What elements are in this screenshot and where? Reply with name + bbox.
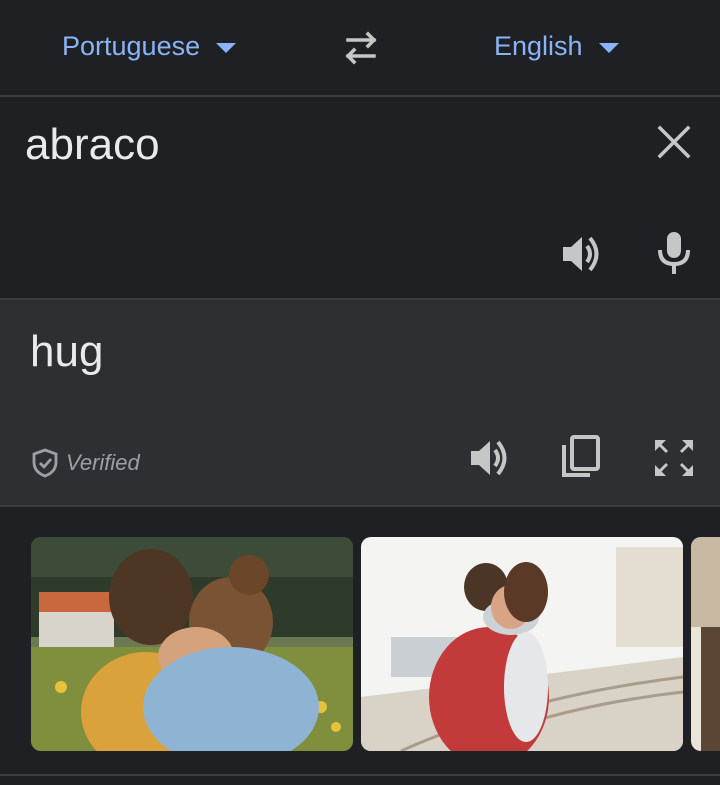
image-thumbnail-1[interactable] (31, 537, 353, 751)
language-bar: Portuguese English (0, 0, 720, 97)
source-language-label: Portuguese (62, 31, 201, 61)
target-language-label: English (494, 31, 583, 61)
shield-check-icon (32, 448, 58, 478)
source-text[interactable]: abraco (25, 120, 160, 170)
image-results (0, 507, 720, 785)
target-language-selector[interactable]: English (494, 31, 619, 62)
image-thumbnail-3[interactable] (691, 537, 720, 751)
chevron-down-icon (598, 43, 619, 53)
verified-badge[interactable]: Verified (32, 448, 140, 478)
verified-label: Verified (66, 450, 140, 475)
copy-icon[interactable] (560, 435, 600, 479)
speaker-icon[interactable] (468, 437, 512, 479)
source-language-selector[interactable]: Portuguese (62, 31, 237, 62)
chevron-down-icon (216, 43, 237, 53)
translation-area: hug Verified (0, 300, 720, 507)
translated-text: hug (30, 327, 104, 376)
microphone-icon[interactable] (654, 230, 694, 276)
close-icon[interactable] (655, 123, 693, 161)
fullscreen-icon[interactable] (652, 437, 696, 479)
swap-languages-icon[interactable] (340, 30, 382, 66)
speaker-icon[interactable] (560, 233, 604, 275)
source-text-area[interactable]: abraco (0, 97, 720, 300)
image-thumbnail-2[interactable] (361, 537, 683, 751)
divider (0, 774, 720, 776)
